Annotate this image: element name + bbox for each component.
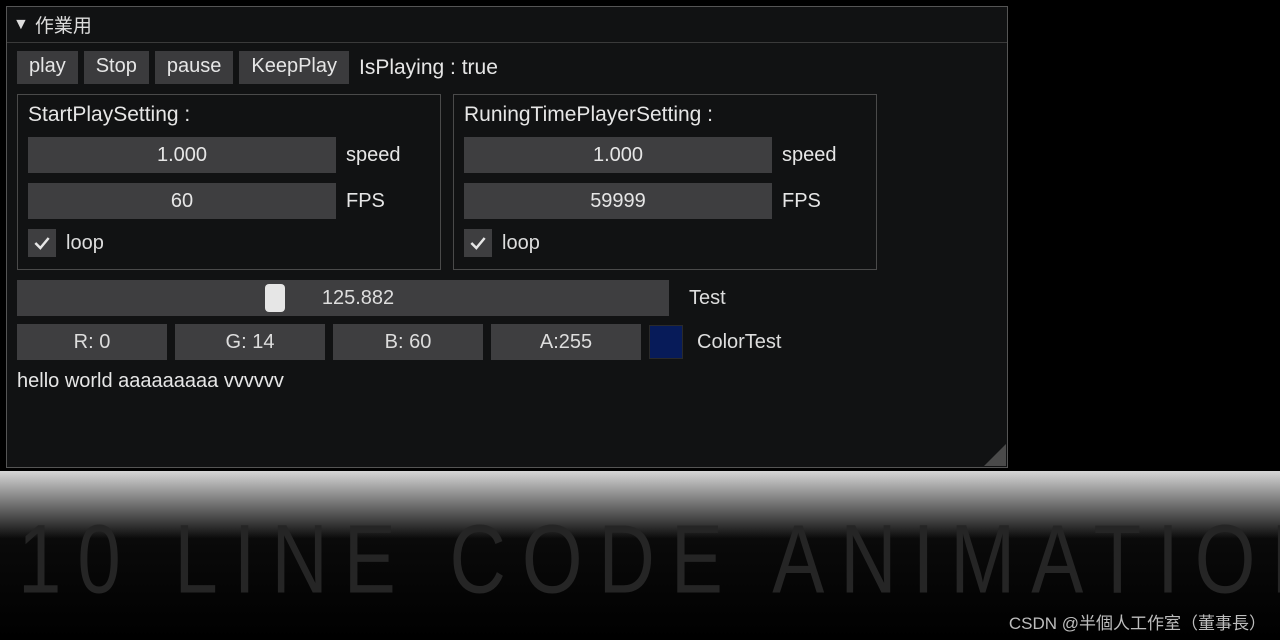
play-button[interactable]: play <box>17 51 78 84</box>
run-panel-title: RuningTimePlayerSetting : <box>464 103 866 127</box>
color-g-field[interactable]: G: 14 <box>175 324 325 360</box>
start-speed-label: speed <box>346 144 401 167</box>
start-fps-input[interactable]: 60 <box>28 183 336 219</box>
resize-grip-icon[interactable] <box>984 444 1006 466</box>
window-title: 作業用 <box>35 11 92 38</box>
run-loop-checkbox[interactable] <box>464 229 492 257</box>
playback-toolbar: play Stop pause KeepPlay IsPlaying : tru… <box>17 51 997 84</box>
banner-credit: CSDN @半個人工作室（董事長） <box>1009 609 1266 634</box>
window-titlebar[interactable]: ▼ 作業用 <box>7 7 1007 43</box>
check-icon <box>468 233 488 253</box>
runtime-player-setting-panel: RuningTimePlayerSetting : 1.000 speed 59… <box>453 94 877 270</box>
slider-thumb[interactable] <box>265 284 285 312</box>
start-speed-input[interactable]: 1.000 <box>28 137 336 173</box>
start-fps-label: FPS <box>346 190 385 213</box>
slider-value: 125.882 <box>322 287 394 310</box>
test-slider-row: 125.882 Test <box>17 280 997 316</box>
start-loop-label: loop <box>66 232 104 255</box>
run-fps-label: FPS <box>782 190 821 213</box>
settings-panels: StartPlaySetting : 1.000 speed 60 FPS lo… <box>17 94 997 270</box>
collapse-triangle-icon[interactable]: ▼ <box>13 16 29 34</box>
pause-button[interactable]: pause <box>155 51 234 84</box>
start-panel-title: StartPlaySetting : <box>28 103 430 127</box>
check-icon <box>32 233 52 253</box>
debug-window: ▼ 作業用 play Stop pause KeepPlay IsPlaying… <box>6 6 1008 468</box>
isplaying-status: IsPlaying : true <box>359 56 498 80</box>
run-speed-input[interactable]: 1.000 <box>464 137 772 173</box>
run-speed-label: speed <box>782 144 837 167</box>
colortest-label: ColorTest <box>697 331 781 354</box>
stop-button[interactable]: Stop <box>84 51 149 84</box>
colortest-row: R: 0 G: 14 B: 60 A:255 ColorTest <box>17 324 997 360</box>
color-b-field[interactable]: B: 60 <box>333 324 483 360</box>
hello-message: hello world aaaaaaaaa vvvvvv <box>17 370 997 393</box>
run-loop-label: loop <box>502 232 540 255</box>
window-body: play Stop pause KeepPlay IsPlaying : tru… <box>7 43 1007 403</box>
banner-title: 10 LINE CODE ANIMATION SYSTEM <box>18 502 1280 616</box>
color-r-field[interactable]: R: 0 <box>17 324 167 360</box>
test-slider-label: Test <box>689 287 726 310</box>
start-play-setting-panel: StartPlaySetting : 1.000 speed 60 FPS lo… <box>17 94 441 270</box>
color-swatch[interactable] <box>649 325 683 359</box>
keepplay-button[interactable]: KeepPlay <box>239 51 349 84</box>
test-slider[interactable]: 125.882 <box>17 280 669 316</box>
run-fps-input[interactable]: 59999 <box>464 183 772 219</box>
start-loop-checkbox[interactable] <box>28 229 56 257</box>
color-a-field[interactable]: A:255 <box>491 324 641 360</box>
